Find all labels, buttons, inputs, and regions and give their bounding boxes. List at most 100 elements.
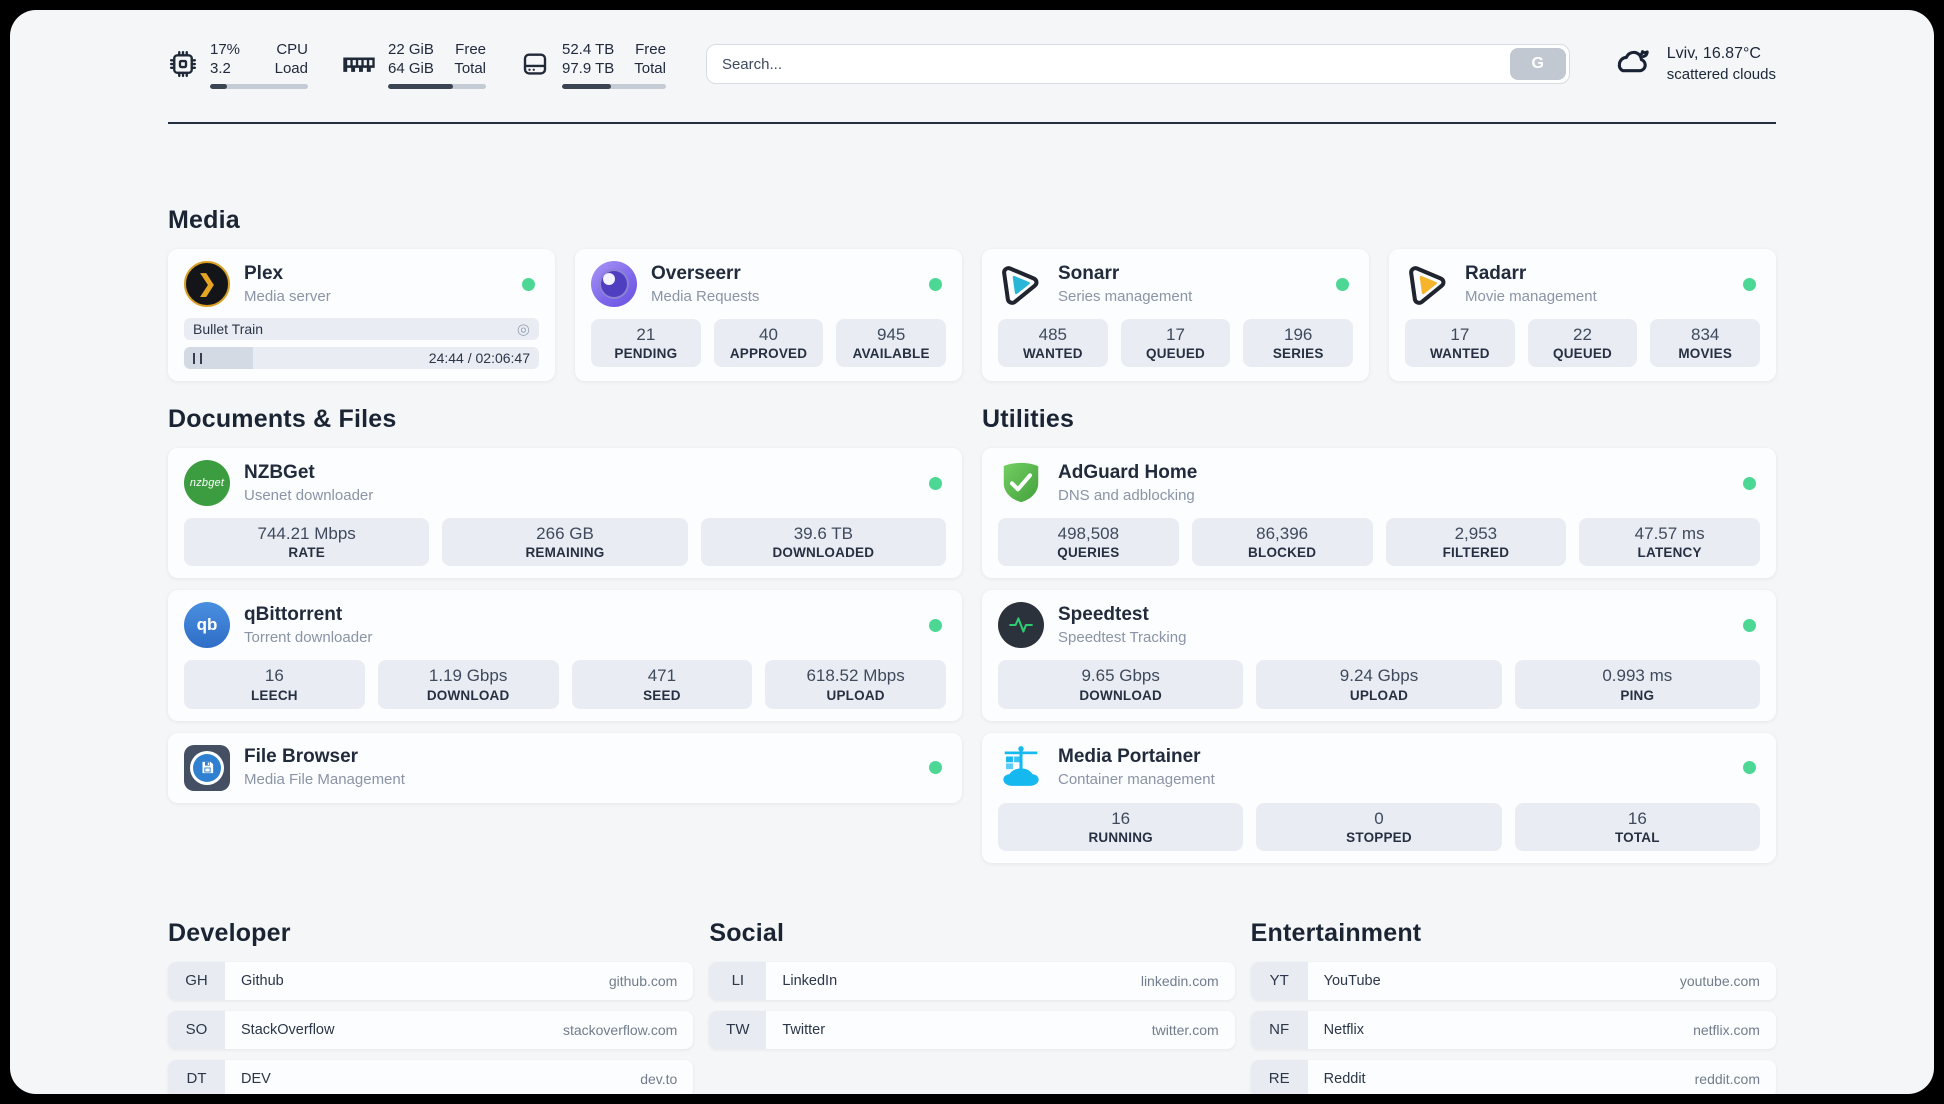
stat-seed: 471 SEED <box>571 660 753 709</box>
service-desc: Media server <box>244 287 331 305</box>
stat-pending: 21 PENDING <box>591 319 701 368</box>
bookmark-abbr: LI <box>709 961 767 1000</box>
stat-remaining: 266 GB REMAINING <box>442 518 688 567</box>
cpu-values: 17% 3.2 <box>210 40 241 78</box>
bookmark-group-developer: Developer GH Github github.com SO StackO… <box>168 918 694 1094</box>
stat-movies: 834 MOVIES <box>1650 319 1761 368</box>
player-target-icon[interactable]: ◎ <box>517 322 530 337</box>
nzbget-icon: nzbget <box>184 460 230 506</box>
overseerr-icon <box>591 261 637 307</box>
service-name: Media Portainer <box>1058 746 1201 768</box>
status-dot <box>1743 277 1756 291</box>
disk-progress-fill <box>562 83 611 89</box>
search-bar: G <box>705 44 1570 84</box>
filebrowser-icon <box>184 744 230 791</box>
bookmark-abbr: RE <box>1250 1059 1308 1094</box>
cpu-labels: CPU Load <box>274 40 308 78</box>
cpu-icon <box>168 49 198 79</box>
status-dot <box>1743 476 1756 490</box>
status-dot <box>929 761 942 774</box>
topbar-divider <box>168 122 1776 124</box>
cpu-progress-fill <box>210 83 227 89</box>
service-card-sonarr[interactable]: Sonarr Series management 485 WANTED 17 Q… <box>982 249 1369 381</box>
documents-heading: Documents & Files <box>168 405 397 433</box>
bookmark-name: Github <box>241 972 284 989</box>
search-input[interactable] <box>705 44 1570 84</box>
bookmark-youtube[interactable]: YT YouTube youtube.com <box>1250 961 1776 1000</box>
service-card-qbittorrent[interactable]: qb qBittorrent Torrent downloader 16 LEE… <box>168 590 962 721</box>
bookmark-abbr: DT <box>168 1059 225 1094</box>
bookmark-name: Reddit <box>1323 1070 1366 1087</box>
status-dot <box>929 476 942 490</box>
bookmark-group-social: Social LI LinkedIn linkedin.com TW Twitt… <box>709 919 1235 1094</box>
bookmark-domain: stackoverflow.com <box>562 1021 678 1038</box>
now-playing-title: Bullet Train <box>193 321 264 337</box>
bookmark-name: Twitter <box>782 1021 826 1038</box>
memory-labels: Free Total <box>454 40 486 78</box>
bookmark-netflix[interactable]: NF Netflix netflix.com <box>1250 1010 1776 1049</box>
now-playing-row: Bullet Train ◎ <box>184 318 539 340</box>
bookmark-stackoverflow[interactable]: SO StackOverflow stackoverflow.com <box>168 1010 694 1049</box>
disk-widget: 52.4 TB 97.9 TB Free Total <box>520 40 666 89</box>
stat-queries: 498,508 QUERIES <box>998 518 1179 567</box>
search-engine-button[interactable]: G <box>1509 48 1566 80</box>
stat-latency: 47.57 ms LATENCY <box>1579 518 1760 567</box>
plex-icon: ❯ <box>184 261 230 307</box>
bookmark-abbr: SO <box>168 1010 225 1049</box>
stat-downloaded: 39.6 TB DOWNLOADED <box>700 518 946 567</box>
section-documents-files: Documents & Files nzbget NZBGet Usenet d… <box>168 405 962 863</box>
bookmark-reddit[interactable]: RE Reddit reddit.com <box>1250 1059 1776 1094</box>
service-desc: Container management <box>1058 771 1215 788</box>
stat-stopped: 0 STOPPED <box>1256 802 1502 851</box>
service-card-adguard[interactable]: AdGuard Home DNS and adblocking 498,508 … <box>982 448 1776 579</box>
service-name: NZBGet <box>244 461 315 483</box>
service-card-nzbget[interactable]: nzbget NZBGet Usenet downloader 744.21 M… <box>168 448 962 579</box>
resource-widgets: 17% 3.2 CPU Load 22 GiB 64 GiB Free Tota… <box>168 40 666 89</box>
service-card-speedtest[interactable]: Speedtest Speedtest Tracking 9.65 Gbps D… <box>982 590 1776 721</box>
service-desc: Speedtest Tracking <box>1058 628 1187 646</box>
stat-filtered: 2,953 FILTERED <box>1385 518 1567 567</box>
service-name: Plex <box>244 262 284 284</box>
stat-blocked: 86,396 BLOCKED <box>1191 518 1373 567</box>
service-name: Speedtest <box>1058 604 1149 625</box>
service-name: File Browser <box>244 746 359 768</box>
bookmark-domain: github.com <box>608 972 678 989</box>
qbittorrent-icon: qb <box>184 602 230 649</box>
memory-values: 22 GiB 64 GiB <box>388 40 434 78</box>
service-card-overseerr[interactable]: Overseerr Media Requests 21 PENDING 40 A… <box>575 249 962 381</box>
stat-running: 16 RUNNING <box>998 802 1244 851</box>
playback-time: 24:44 / 02:06:47 <box>428 350 530 366</box>
pause-icon <box>193 352 202 364</box>
bookmark-group-entertainment: Entertainment YT YouTube youtube.com NF … <box>1250 919 1776 1094</box>
section-media: Media ❯ Plex Media server Bullet Train ◎… <box>168 206 1776 381</box>
ram-icon <box>342 53 376 75</box>
bookmark-dev[interactable]: DT DEV dev.to <box>168 1059 694 1094</box>
bookmark-twitter[interactable]: TW Twitter twitter.com <box>709 1010 1235 1049</box>
stat-wanted: 485 WANTED <box>998 319 1108 368</box>
service-card-filebrowser[interactable]: File Browser Media File Management <box>168 732 962 803</box>
bookmark-linkedin[interactable]: LI LinkedIn linkedin.com <box>709 961 1235 1000</box>
service-desc: Media File Management <box>244 771 405 788</box>
service-card-plex[interactable]: ❯ Plex Media server Bullet Train ◎ 24:44… <box>168 249 555 381</box>
service-name: Sonarr <box>1058 262 1120 284</box>
bookmark-abbr: TW <box>709 1010 767 1049</box>
bookmark-github[interactable]: GH Github github.com <box>168 961 694 1000</box>
developer-heading: Developer <box>168 918 291 947</box>
status-dot <box>929 277 942 291</box>
service-name: qBittorrent <box>244 604 343 625</box>
disk-icon <box>520 49 550 79</box>
stat-queued: 17 QUEUED <box>1120 319 1231 368</box>
bookmark-domain: netflix.com <box>1693 1021 1760 1038</box>
status-dot <box>522 277 535 291</box>
sonarr-icon <box>998 261 1044 307</box>
speedtest-icon <box>998 602 1044 649</box>
service-card-portainer[interactable]: Media Portainer Container management 16 … <box>982 732 1776 863</box>
weather-condition: scattered clouds <box>1666 65 1776 83</box>
bookmark-domain: youtube.com <box>1679 972 1760 989</box>
stat-download: 1.19 Gbps DOWNLOAD <box>377 660 559 709</box>
media-heading: Media <box>168 206 240 234</box>
bookmark-domain: linkedin.com <box>1140 972 1219 989</box>
memory-widget: 22 GiB 64 GiB Free Total <box>342 40 486 89</box>
service-card-radarr[interactable]: Radarr Movie management 17 WANTED 22 QUE… <box>1389 249 1776 381</box>
stat-ping: 0.993 ms PING <box>1514 660 1760 709</box>
